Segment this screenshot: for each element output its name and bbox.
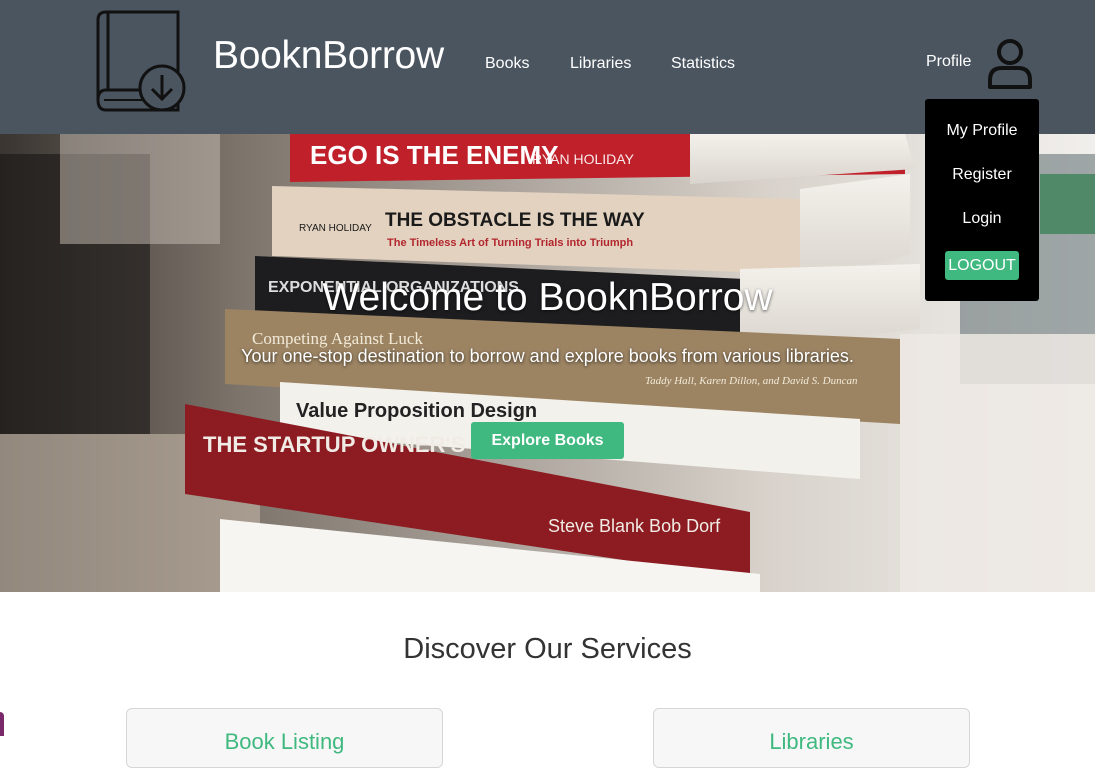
menu-item-my-profile[interactable]: My Profile [925, 122, 1039, 140]
nav-statistics[interactable]: Statistics [671, 55, 735, 73]
book-spine-author: RYAN HOLIDAY [299, 223, 372, 234]
explore-books-button[interactable]: Explore Books [471, 422, 624, 459]
book-spine-subtitle: The Timeless Art of Turning Trials into … [387, 237, 633, 249]
service-card-title: Book Listing [224, 729, 345, 754]
book-spine-author: Steve Blank Bob Dorf [548, 516, 721, 536]
menu-item-register[interactable]: Register [925, 166, 1039, 184]
profile-menu-label[interactable]: Profile [926, 53, 971, 71]
logout-button[interactable]: LOGOUT [945, 251, 1019, 280]
edge-accent [0, 712, 4, 736]
brand-title[interactable]: BooknBorrow [213, 34, 444, 78]
book-spine-author: RYAN HOLIDAY [532, 151, 635, 167]
menu-item-login[interactable]: Login [925, 210, 1039, 228]
hero-subtitle: Your one-stop destination to borrow and … [241, 346, 854, 366]
service-card[interactable]: Libraries [653, 708, 970, 768]
service-card-title: Libraries [769, 729, 854, 754]
user-icon[interactable] [986, 38, 1034, 90]
book-download-icon[interactable] [94, 8, 192, 112]
nav-books[interactable]: Books [485, 55, 529, 73]
book-spine-author: Taddy Hall, Karen Dillon, and David S. D… [645, 375, 858, 387]
service-card[interactable]: Book Listing [126, 708, 443, 768]
services-heading: Discover Our Services [403, 633, 692, 665]
profile-dropdown: My Profile Register Login LOGOUT [925, 99, 1039, 301]
book-spine-title: Value Proposition Design [296, 400, 537, 422]
book-spine-title: THE OBSTACLE IS THE WAY [385, 210, 645, 231]
nav-libraries[interactable]: Libraries [570, 55, 631, 73]
book-spine-title: EGO IS THE ENEMY [310, 140, 559, 170]
